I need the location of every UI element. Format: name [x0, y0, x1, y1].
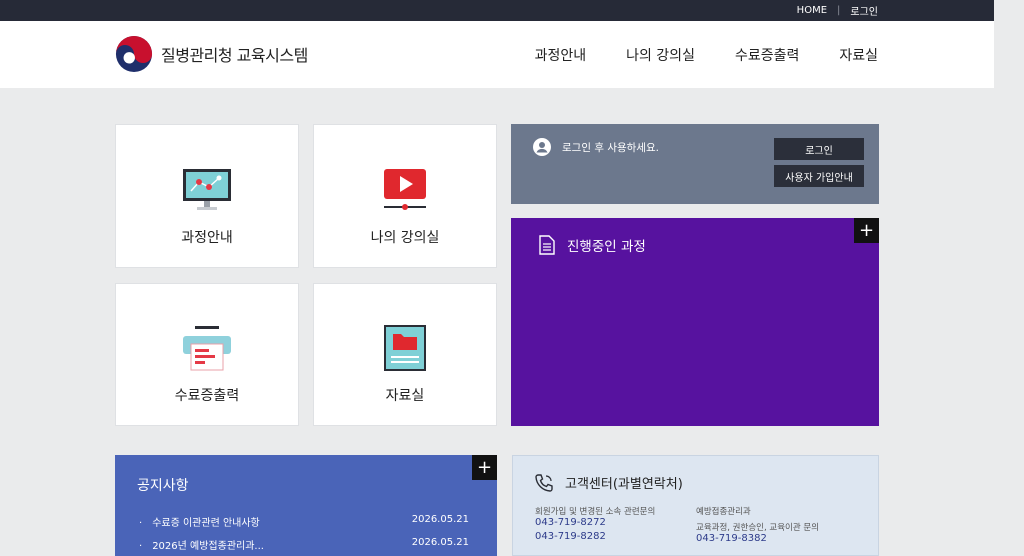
nav-course-guide[interactable]: 과정안내 — [535, 45, 587, 65]
printer-icon — [183, 326, 231, 371]
site-logo[interactable]: 질병관리청 교육시스템 — [115, 35, 308, 73]
member-inquiry-label: 회원가입 및 변경된 소속 관련문의 — [535, 507, 656, 517]
site-header: 질병관리청 교육시스템 과정안내 나의 강의실 수료증출력 자료실 — [0, 21, 994, 88]
customer-center-panel: 고객센터(과별연락처) 회원가입 및 변경된 소속 관련문의 043-719-8… — [512, 455, 879, 556]
document-icon — [539, 235, 555, 255]
tile-resources[interactable]: 자료실 — [313, 283, 497, 426]
signup-guide-button[interactable]: 사용자 가입안내 — [774, 165, 864, 187]
login-button[interactable]: 로그인 — [774, 138, 864, 160]
taegeuk-logo-icon — [115, 35, 153, 73]
separator: | — [837, 5, 841, 16]
phone-icon — [535, 473, 553, 492]
in-progress-more-button[interactable]: + — [854, 218, 879, 243]
notice-panel: 공지사항 + 수료증 이관관련 안내사항 2026.05.21 2026년 예방… — [115, 455, 497, 556]
tile-label: 자료실 — [385, 388, 425, 404]
tile-my-classroom[interactable]: 나의 강의실 — [313, 124, 497, 268]
folder-board-icon — [384, 325, 426, 371]
login-panel: 로그인 후 사용하세요. 로그인 사용자 가입안내 — [511, 124, 879, 204]
notice-item-title: 수료증 이관관련 안내사항 — [139, 514, 260, 529]
tile-course-guide[interactable]: 과정안내 — [115, 124, 299, 268]
notice-item[interactable]: 2026년 예방접종관리과... 2026.05.21 — [139, 537, 469, 552]
notice-more-button[interactable]: + — [472, 455, 497, 480]
login-message-text: 로그인 후 사용하세요. — [562, 141, 659, 154]
tile-label: 과정안내 — [181, 230, 233, 246]
monitor-chart-icon — [183, 169, 231, 210]
phone-number: 043-719-8282 — [535, 531, 606, 542]
phone-number: 043-719-8382 — [696, 533, 767, 544]
user-circle-icon — [533, 138, 551, 156]
tile-label: 수료증출력 — [174, 388, 240, 404]
nav-my-classroom[interactable]: 나의 강의실 — [626, 45, 695, 65]
department-label: 예방접종관리과 — [696, 507, 751, 517]
in-progress-title: 진행중인 과정 — [539, 235, 646, 255]
phone-number: 043-719-8272 — [535, 517, 606, 528]
customer-center-title-text: 고객센터(과별연락처) — [565, 477, 683, 492]
site-name: 질병관리청 교육시스템 — [161, 46, 308, 65]
top-utility-bar: HOME | 로그인 — [0, 0, 994, 21]
nav-resources[interactable]: 자료실 — [839, 45, 878, 65]
notice-item[interactable]: 수료증 이관관련 안내사항 2026.05.21 — [139, 514, 469, 529]
main-nav: 과정안내 나의 강의실 수료증출력 자료실 — [495, 45, 878, 65]
video-play-icon — [384, 169, 426, 210]
login-message: 로그인 후 사용하세요. — [533, 138, 659, 156]
top-login-link[interactable]: 로그인 — [850, 3, 878, 18]
notice-title: 공지사항 — [137, 478, 189, 494]
tile-certificate-print[interactable]: 수료증출력 — [115, 283, 299, 426]
home-link[interactable]: HOME — [797, 5, 827, 16]
course-inquiry-label: 교육과정, 권한승인, 교육이관 문의 — [696, 523, 819, 533]
in-progress-courses-panel: 진행중인 과정 + — [511, 218, 879, 426]
notice-item-date: 2026.05.21 — [411, 537, 469, 548]
notice-item-date: 2026.05.21 — [411, 514, 469, 525]
in-progress-title-text: 진행중인 과정 — [567, 239, 646, 255]
customer-center-title: 고객센터(과별연락처) — [535, 473, 683, 492]
utility-links: HOME | 로그인 — [797, 3, 878, 18]
nav-certificate-print[interactable]: 수료증출력 — [735, 45, 799, 65]
tile-label: 나의 강의실 — [370, 230, 440, 246]
notice-item-title: 2026년 예방접종관리과... — [139, 537, 264, 552]
